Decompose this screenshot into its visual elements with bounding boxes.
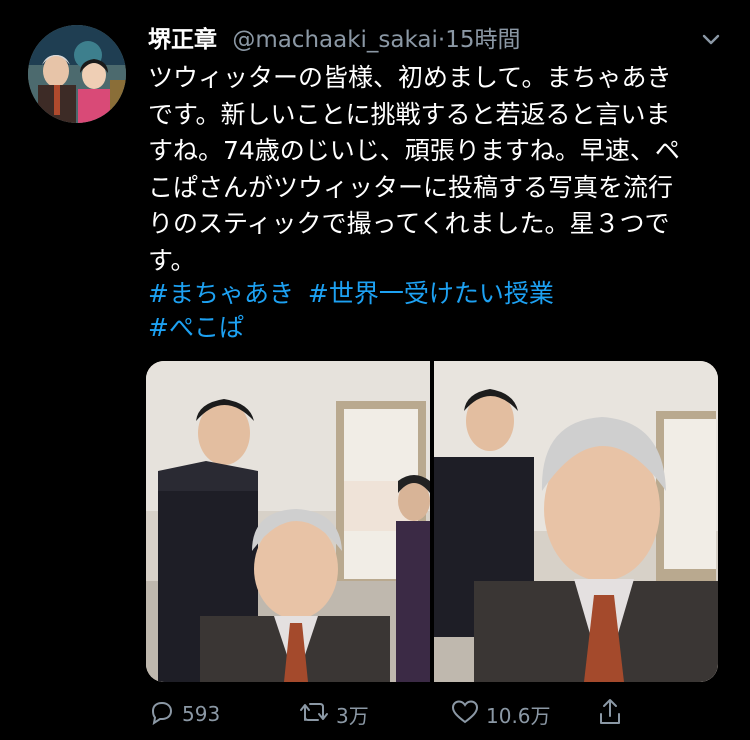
- photo-1[interactable]: [146, 361, 430, 682]
- display-name[interactable]: 堺正章: [148, 27, 217, 53]
- chevron-down-icon[interactable]: [696, 28, 726, 52]
- retweet-icon: [298, 698, 336, 731]
- tweet-text: ツウィッターの皆様、初めまして。まちゃあき です。新しいことに挑戦すると若返ると…: [148, 63, 680, 275]
- retweet-button[interactable]: 3万: [298, 692, 369, 736]
- avatar[interactable]: [28, 25, 126, 123]
- action-bar: 593 3万 10.6万: [0, 692, 750, 736]
- hashtag-link[interactable]: #世界一受けたい授業: [308, 279, 554, 308]
- hashtag-link[interactable]: #まちゃあき: [148, 279, 294, 308]
- media-grid: [146, 361, 718, 682]
- tweet-header: 堺正章 @machaaki_sakai·15時間: [148, 24, 521, 56]
- reply-button[interactable]: 593: [148, 692, 220, 736]
- like-button[interactable]: 10.6万: [450, 692, 551, 736]
- retweet-count: 3万: [336, 703, 369, 728]
- share-icon: [596, 697, 630, 732]
- share-button[interactable]: [596, 692, 630, 736]
- heart-icon: [450, 698, 486, 731]
- reply-count: 593: [182, 702, 221, 726]
- hashtag-link[interactable]: #ぺこぱ: [148, 313, 244, 342]
- timestamp[interactable]: 15時間: [445, 27, 520, 53]
- hashtags: #まちゃあき #世界一受けたい授業 #ぺこぱ: [148, 277, 554, 345]
- handle[interactable]: @machaaki_sakai: [232, 27, 438, 53]
- like-count: 10.6万: [486, 703, 551, 728]
- reply-icon: [148, 698, 182, 731]
- photo-2[interactable]: [434, 361, 718, 682]
